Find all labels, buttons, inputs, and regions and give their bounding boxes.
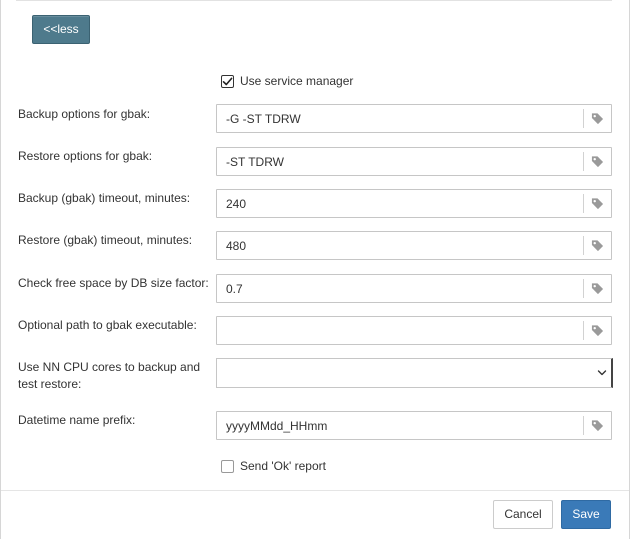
gbak-path-label: Optional path to gbak executable: (18, 318, 197, 332)
tag-icon[interactable] (584, 190, 611, 217)
datetime-prefix-field[interactable]: yyyyMMdd_HHmm (216, 411, 612, 440)
send-ok-report-option[interactable]: Send 'Ok' report (221, 459, 326, 473)
send-ok-report-label: Send 'Ok' report (240, 459, 326, 473)
gbak-path-field[interactable] (216, 316, 612, 345)
cpu-cores-label: Use NN CPU cores to backup and test rest… (18, 360, 201, 391)
free-space-factor-field[interactable]: 0.7 (216, 274, 612, 303)
tag-icon[interactable] (584, 275, 611, 302)
restore-timeout-field[interactable]: 480 (216, 231, 612, 260)
datetime-prefix-label: Datetime name prefix: (18, 413, 136, 427)
use-service-manager-option[interactable]: Use service manager (221, 74, 353, 88)
tag-icon[interactable] (584, 148, 611, 175)
backup-timeout-label: Backup (gbak) timeout, minutes: (18, 191, 191, 205)
send-ok-report-checkbox[interactable] (221, 459, 234, 473)
checkmark-icon (222, 77, 233, 85)
cancel-button[interactable]: Cancel (493, 500, 553, 529)
tag-icon[interactable] (584, 232, 611, 259)
top-divider (16, 0, 612, 1)
backup-options-input[interactable]: -G -ST TDRW (217, 112, 583, 126)
backup-timeout-input[interactable]: 240 (217, 197, 583, 211)
datetime-prefix-input[interactable]: yyyyMMdd_HHmm (217, 419, 583, 433)
use-service-manager-checkbox[interactable] (221, 74, 234, 88)
restore-options-field[interactable]: -ST TDRW (216, 147, 612, 176)
save-button[interactable]: Save (561, 500, 611, 529)
tag-icon[interactable] (584, 105, 611, 132)
tag-icon[interactable] (584, 412, 611, 439)
less-button[interactable]: <<less (32, 15, 90, 44)
chevron-down-icon (597, 370, 607, 376)
tag-icon[interactable] (584, 317, 611, 344)
free-space-factor-label: Check free space by DB size factor: (18, 276, 209, 290)
dialog-left-border (0, 0, 1, 539)
restore-timeout-label: Restore (gbak) timeout, minutes: (18, 233, 193, 247)
backup-timeout-field[interactable]: 240 (216, 189, 612, 218)
backup-options-label: Backup options for gbak: (18, 107, 151, 121)
restore-options-label: Restore options for gbak: (18, 149, 153, 163)
footer-divider (1, 490, 629, 491)
cpu-cores-select[interactable] (216, 358, 613, 388)
use-service-manager-label: Use service manager (240, 74, 354, 88)
free-space-factor-input[interactable]: 0.7 (217, 282, 583, 296)
backup-options-field[interactable]: -G -ST TDRW (216, 104, 612, 133)
restore-options-input[interactable]: -ST TDRW (217, 155, 583, 169)
restore-timeout-input[interactable]: 480 (217, 239, 583, 253)
